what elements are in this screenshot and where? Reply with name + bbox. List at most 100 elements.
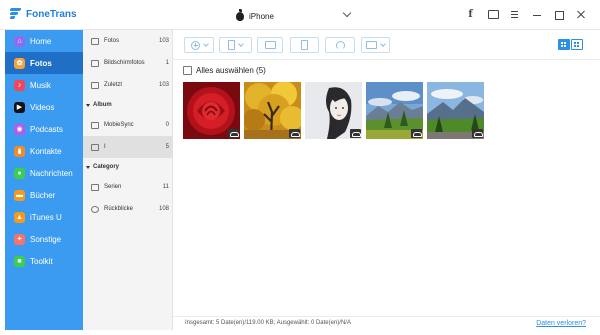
sub-item-bildschirmfotos[interactable]: Bildschirmfotos 1 [83,52,172,74]
sub-item-count: 1 [165,60,169,66]
itunes-u-icon: ▲ [14,211,25,223]
videos-icon: ▶ [14,101,25,113]
export-to-pc-button[interactable] [257,37,283,53]
sub-item-label: Rückblicke [104,206,134,212]
album-icon [91,121,99,129]
series-icon [91,183,99,191]
sidebar-item-label: Nachrichten [30,168,73,178]
sync-button[interactable] [325,37,355,53]
sidebar-item-sonstige[interactable]: ✦ Sonstige [5,228,83,250]
sub-item-label: Bildschirmfotos [104,60,145,66]
export-to-pc-icon [264,41,276,49]
app-name: FoneTrans [26,8,77,20]
cloud-icon [228,129,239,138]
messages-icon: ● [14,167,25,179]
other-icon: ✦ [14,233,25,245]
sidebar-item-home[interactable]: ⌂ Home [5,30,83,52]
sidebar-item-fotos[interactable]: ✿ Fotos [5,52,83,74]
apple-icon [236,8,244,21]
sub-item-serien[interactable]: Serien 11 [83,176,172,198]
export-to-device-button[interactable] [219,37,252,53]
category-heading[interactable]: Category [83,158,172,176]
sidebar-item-label: iTunes U [30,212,62,222]
books-icon: ▬ [14,189,25,201]
sidebar-item-label: Bücher [30,190,56,200]
sub-item-album-i[interactable]: I 5 [83,136,172,158]
chevron-down-icon [202,40,209,47]
sub-item-fotos[interactable]: Fotos 103 [83,30,172,52]
sub-item-label: I [104,144,106,150]
select-all-row[interactable]: Alles auswählen (5) [183,64,266,76]
title-bar: FoneTrans iPhone f [0,0,600,30]
add-button[interactable] [184,37,214,53]
sub-item-label: Zuletzt [104,82,123,88]
home-icon: ⌂ [14,35,25,47]
fonetrans-logo-icon [9,8,23,20]
screenshot-icon [91,59,99,67]
sub-item-count: 5 [165,144,169,150]
sidebar-item-label: Musik [30,80,51,90]
window-controls: f [465,9,586,20]
cloud-icon [350,129,361,138]
photo-thumbnail[interactable] [427,82,484,139]
podcasts-icon: ◉ [14,123,25,135]
menu-icon[interactable] [509,9,520,20]
list-view-icon[interactable] [571,39,583,50]
select-all-checkbox[interactable] [183,65,192,75]
sidebar-item-podcasts[interactable]: ◉ Podcasts [5,118,83,140]
sub-item-label: Fotos [104,38,120,44]
sub-item-count: 103 [158,82,169,88]
sub-item-rueckblicke[interactable]: Rückblicke 108 [83,198,172,220]
sub-item-count: 0 [165,122,169,128]
data-lost-link[interactable]: Daten verloren? [536,320,586,327]
sidebar-item-label: Sonstige [30,234,62,244]
sidebar-item-videos[interactable]: ▶ Videos [5,96,83,118]
delete-icon [301,40,308,50]
toolbar [173,30,600,60]
minimize-icon[interactable] [531,9,542,20]
app-logo: FoneTrans [9,8,77,20]
grid-view-icon[interactable] [558,39,570,50]
chat-icon[interactable] [487,9,499,20]
sync-icon [335,40,345,50]
delete-button[interactable] [290,37,319,53]
sub-item-zuletzt[interactable]: Zuletzt 103 [83,74,172,96]
sidebar-item-label: Fotos [30,58,52,68]
maximize-icon[interactable] [553,9,564,20]
close-icon[interactable] [575,9,586,20]
sidebar-item-b-cher[interactable]: ▬ Bücher [5,184,83,206]
status-summary: Insgesamt: 5 Date(en)/119.00 KB; Ausgewä… [185,320,351,326]
sidebar-item-kontakte[interactable]: ▮ Kontakte [5,140,83,162]
add-icon [190,40,200,50]
recent-icon [91,81,99,89]
sidebar-item-musik[interactable]: ♪ Musik [5,74,83,96]
sub-item-count: 103 [158,38,169,44]
cloud-icon [472,129,483,138]
toolkit-icon: ■ [14,255,25,267]
sub-item-label: Serien [104,184,122,190]
chevron-down-icon [380,40,386,47]
sidebar-item-nachrichten[interactable]: ● Nachrichten [5,162,83,184]
photo-thumbnail[interactable] [366,82,423,139]
contacts-icon: ▮ [14,145,25,157]
sub-item-label: MobieSync [104,122,134,128]
sub-item-mobiesync[interactable]: MobieSync 0 [83,114,172,136]
sidebar-item-toolkit[interactable]: ■ Toolkit [5,250,83,272]
photo-icon [91,37,99,45]
sidebar-item-label: Videos [30,102,55,112]
sidebar-item-itunes-u[interactable]: ▲ iTunes U [5,206,83,228]
photo-thumbnail[interactable] [244,82,301,139]
facebook-icon[interactable]: f [465,9,476,20]
device-name: iPhone [249,11,274,21]
sub-item-count: 11 [162,184,169,190]
status-bar: Insgesamt: 5 Date(en)/119.00 KB; Ausgewä… [173,316,600,330]
memories-icon [91,205,99,213]
photo-thumbnail[interactable] [183,82,240,139]
photo-thumbnail[interactable] [305,82,362,139]
device-selector[interactable]: iPhone [236,8,352,24]
select-all-label: Alles auswählen (5) [196,65,266,75]
music-icon: ♪ [14,79,25,91]
sidebar-item-label: Home [30,36,52,46]
toolbox-button[interactable] [361,37,390,53]
album-heading[interactable]: Album [83,96,172,114]
